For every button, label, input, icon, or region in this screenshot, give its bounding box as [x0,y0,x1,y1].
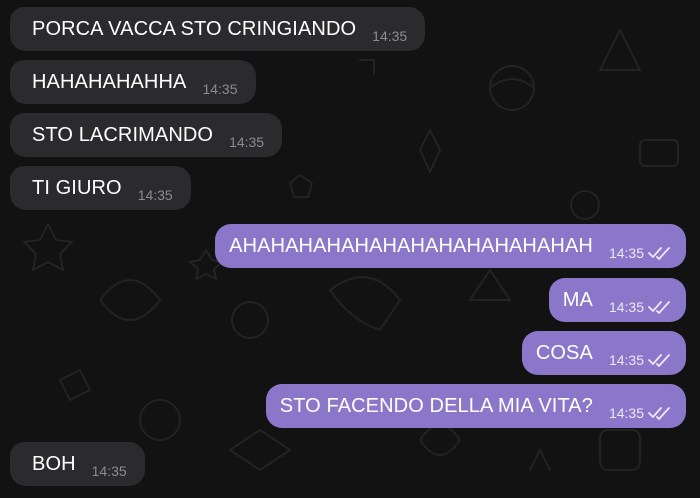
message-text: AHAHAHAHAHAHAHAHAHAHAHAHAH [229,234,593,257]
message-meta: 14:35 [138,187,173,203]
message-meta: 14:35 [609,299,672,315]
message-text: TI GIURO [32,176,122,199]
message-time: 14:35 [91,463,127,479]
message-time: 14:35 [137,187,173,203]
message-text: HAHAHAHAHHA [32,70,187,93]
double-check-icon [648,247,670,260]
message-outgoing[interactable]: COSA 14:35 [521,331,686,375]
message-meta: 14:35 [609,352,672,368]
message-time: 14:35 [202,81,238,97]
message-outgoing[interactable]: STO FACENDO DELLA MIA VITA? 14:35 [265,384,686,428]
message-text: BOH [32,452,76,475]
message-meta: 14:35 [229,134,264,150]
message-text: PORCA VACCA STO CRINGIANDO [32,17,357,40]
message-text: STO LACRIMANDO [32,123,214,146]
message-time: 14:35 [608,245,644,261]
message-outgoing[interactable]: AHAHAHAHAHAHAHAHAHAHAHAHAH 14:35 [215,224,686,268]
message-time: 14:35 [608,352,644,368]
double-check-icon [648,301,670,314]
message-time: 14:35 [372,28,408,44]
message-meta: 14:35 [372,28,407,44]
message-outgoing[interactable]: MA 14:35 [548,278,686,322]
message-incoming[interactable]: BOH 14:35 [10,442,145,486]
message-incoming[interactable]: PORCA VACCA STO CRINGIANDO 14:35 [10,7,426,51]
message-meta: 14:35 [92,463,127,479]
message-incoming[interactable]: HAHAHAHAHHA 14:35 [10,60,256,104]
double-check-icon [648,407,670,420]
message-text: MA [562,288,593,311]
message-incoming[interactable]: STO LACRIMANDO 14:35 [10,113,283,157]
double-check-icon [648,354,670,367]
message-meta: 14:35 [202,81,237,97]
message-meta: 14:35 [609,405,672,421]
message-time: 14:35 [608,299,644,315]
message-text: STO FACENDO DELLA MIA VITA? [279,394,593,417]
message-time: 14:35 [608,405,644,421]
message-meta: 14:35 [609,245,672,261]
message-time: 14:35 [229,134,265,150]
message-text: COSA [535,341,593,364]
message-incoming[interactable]: TI GIURO 14:35 [10,166,191,210]
